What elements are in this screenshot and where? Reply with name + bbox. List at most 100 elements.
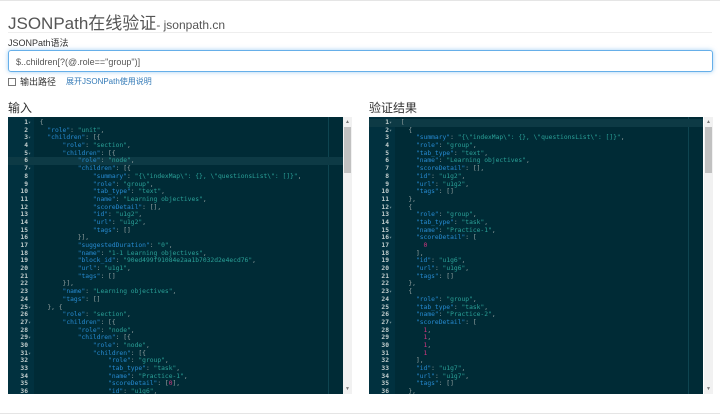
input-heading: 输入 [8, 99, 32, 116]
output-path-label[interactable]: 输出路径 [20, 75, 56, 88]
fold-toggle-icon[interactable] [28, 389, 36, 394]
line-number: 13 [8, 211, 28, 219]
line-number: 25 [369, 304, 389, 312]
line-number: 24 [8, 296, 28, 304]
code-line: 11 "name": "Learning objectives", [8, 196, 343, 204]
jsonpath-input[interactable]: $..children[?(@.role=="group")] [8, 50, 713, 72]
line-number: 18 [369, 250, 389, 258]
line-number: 35 [369, 380, 389, 388]
site-title: JSONPath在线验证 [8, 14, 156, 33]
code-line: 22 }, [369, 280, 703, 288]
code-line: 1▾ { [8, 119, 343, 127]
code-line: 31 1 [369, 350, 703, 358]
line-number: 27 [369, 319, 389, 327]
line-number: 6 [8, 157, 28, 165]
code-line: 24 "tags": [] [8, 296, 343, 304]
scrollbar-thumb[interactable] [344, 127, 351, 173]
output-scrollbar[interactable]: ▲▼ [704, 117, 713, 394]
line-number: 12 [369, 204, 389, 212]
input-editor[interactable]: 1▾ {2 "role": "unit",3▾ "children": [{4 … [8, 117, 343, 394]
code-line: 24 "role": "group", [369, 296, 703, 304]
line-number: 26 [8, 311, 28, 319]
input-scrollbar[interactable]: ▲▼ [343, 117, 352, 394]
line-number: 2 [369, 127, 389, 135]
line-number: 33 [8, 365, 28, 373]
code-line: 17 "suggestedDuration": "0", [8, 242, 343, 250]
code-line: 30 "role": "node", [8, 342, 343, 350]
line-number: 29 [8, 334, 28, 342]
code-line: 13 "role": "group", [369, 211, 703, 219]
output-path-checkbox[interactable] [8, 78, 16, 86]
line-number: 23 [369, 288, 389, 296]
code-line: 7 "scoreDetail": [], [369, 165, 703, 173]
line-number: 29 [369, 334, 389, 342]
line-number: 4 [8, 142, 28, 150]
line-number: 14 [8, 219, 28, 227]
code-line: 6 "role": "node", [8, 157, 343, 165]
line-number: 10 [369, 188, 389, 196]
line-number: 19 [369, 257, 389, 265]
line-number: 11 [369, 196, 389, 204]
code-line: 17 0 [369, 242, 703, 250]
line-number: 27 [8, 319, 28, 327]
line-number: 13 [369, 211, 389, 219]
line-number: 32 [8, 357, 28, 365]
code-line: 4 "role": "group", [369, 142, 703, 150]
line-number: 31 [8, 350, 28, 358]
query-label: JSONPath语法 [8, 36, 69, 49]
code-line: 3 "summary": "{\"indexMap\": {}, \"quest… [369, 134, 703, 142]
options-row: 输出路径 展开JSONPath使用说明 [8, 75, 152, 88]
code-line: 30 1, [369, 342, 703, 350]
code-line: 35 "tags": [] [369, 380, 703, 388]
code-line: 21 "tags": [] [369, 273, 703, 281]
fold-toggle-icon[interactable] [389, 389, 397, 394]
line-number: 5 [8, 150, 28, 158]
code-line: 14 "tab_type": "task", [369, 219, 703, 227]
code-line: 29▾ "children": [{ [8, 334, 343, 342]
code-line: 9 "url": "u1g2", [369, 181, 703, 189]
code-line: 34 "url": "u1g7", [369, 373, 703, 381]
help-link[interactable]: 展开JSONPath使用说明 [66, 76, 152, 87]
line-number: 28 [8, 327, 28, 335]
line-number: 1 [8, 119, 28, 127]
line-number: 4 [369, 142, 389, 150]
code-line: 21 "tags": [] [8, 273, 343, 281]
line-number: 14 [369, 219, 389, 227]
code-line: 7▾ "children": [{ [8, 165, 343, 173]
code-line: 3▾ "children": [{ [8, 134, 343, 142]
line-number: 21 [369, 273, 389, 281]
line-number: 16 [369, 234, 389, 242]
code-line: 25▾ }, { [8, 304, 343, 312]
line-number: 3 [8, 134, 28, 142]
line-number: 17 [369, 242, 389, 250]
line-number: 20 [369, 265, 389, 273]
divider [8, 32, 712, 33]
line-number: 28 [369, 327, 389, 335]
line-number: 30 [369, 342, 389, 350]
output-editor[interactable]: 1▾ [2▾ {3 "summary": "{\"indexMap\": {},… [369, 117, 703, 394]
code-line: 11 }, [369, 196, 703, 204]
line-number: 34 [369, 373, 389, 381]
code-line: 28 1, [369, 327, 703, 335]
line-number: 34 [8, 373, 28, 381]
line-number: 8 [369, 173, 389, 181]
line-number: 8 [8, 173, 28, 181]
code-line: 20 "url": "u1g1", [8, 265, 343, 273]
code-line: 12 "scoreDetail": [], [8, 204, 343, 212]
scrollbar-thumb[interactable] [705, 127, 712, 173]
code-line: 2▾ { [369, 127, 703, 135]
line-number: 32 [369, 357, 389, 365]
code-line: 27▾ "children": [{ [8, 319, 343, 327]
line-number: 21 [8, 273, 28, 281]
code-line: 26 "name": "Practice-2", [369, 311, 703, 319]
code-line: 26 "role": "section", [8, 311, 343, 319]
line-number: 10 [8, 188, 28, 196]
site-subtitle: - jsonpath.cn [156, 18, 225, 32]
code-line: 32 ], [369, 357, 703, 365]
line-number: 17 [8, 242, 28, 250]
line-number: 36 [369, 388, 389, 394]
code-line: 29 1, [369, 334, 703, 342]
line-number: 22 [369, 280, 389, 288]
code-line: 27▾ "scoreDetail": [ [369, 319, 703, 327]
code-line: 4 "role": "section", [8, 142, 343, 150]
